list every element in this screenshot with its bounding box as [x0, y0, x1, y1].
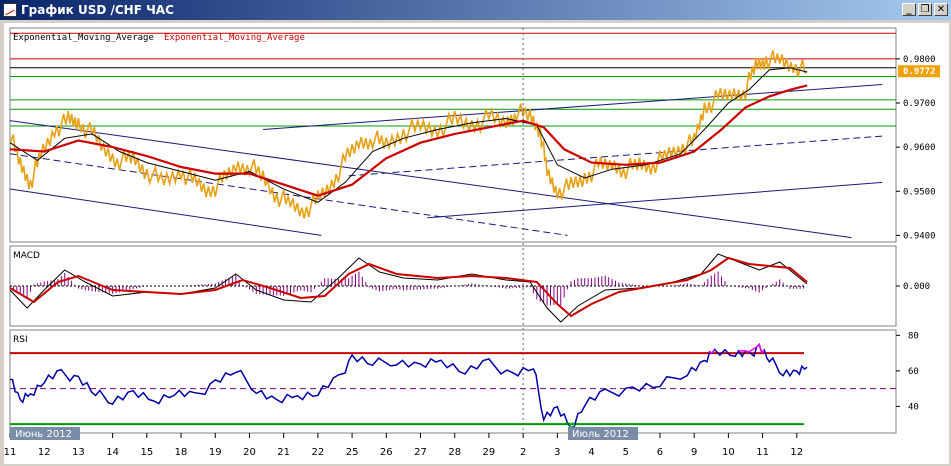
x-tick-label: 27 — [414, 447, 427, 458]
x-tick-label: 12 — [790, 447, 803, 458]
month-label-june: Июнь 2012 — [15, 429, 72, 440]
x-tick-label: 9 — [691, 447, 697, 458]
rsi-y-tick-label: 80 — [908, 331, 919, 341]
chart-svg[interactable]: 0.9800 0.9700 0.9600 0.9500 0.9400 0.9772 0.0… — [4, 23, 949, 464]
x-tick-label: 15 — [140, 447, 153, 458]
price-y-tick-label: 0.9700 — [903, 99, 936, 109]
chart-window-icon — [3, 3, 17, 17]
x-tick-label: 3 — [554, 447, 560, 458]
x-tick-label: 26 — [380, 447, 393, 458]
x-tick-label: 19 — [209, 447, 222, 458]
x-tick-label: 2 — [520, 447, 526, 458]
legend-ema-slow: Exponential_Moving_Average — [164, 33, 305, 43]
rsi-panel-frame — [9, 329, 897, 434]
macd-y-tick-label: 0.000 — [903, 282, 930, 292]
legend-macd: MACD — [13, 251, 40, 261]
close-button[interactable]: ✕ — [934, 3, 948, 16]
x-tick-label: 4 — [588, 447, 594, 458]
price-y-tick-label: 0.9800 — [903, 55, 936, 65]
x-tick-label: 25 — [346, 447, 359, 458]
x-tick-label: 10 — [722, 447, 735, 458]
rsi-overbought-segment — [745, 350, 750, 353]
rsi-y-tick-label: 40 — [908, 402, 919, 412]
x-tick-label: 18 — [175, 447, 188, 458]
x-tick-label: 12 — [38, 447, 51, 458]
x-tick-label: 5 — [623, 447, 629, 458]
rsi-oversold-segment — [565, 421, 568, 424]
chart-area[interactable]: 0.9800 0.9700 0.9600 0.9500 0.9400 0.9772 0.0… — [4, 23, 949, 464]
window-title: График USD /CHF ЧАС — [21, 3, 174, 17]
x-tick-label: 6 — [657, 447, 663, 458]
legend-rsi: RSI — [13, 335, 28, 345]
rsi-y-tick-label: 60 — [908, 367, 919, 377]
month-label-july: Июль 2012 — [572, 429, 629, 440]
x-tick-label: 13 — [72, 447, 85, 458]
x-tick-label: 20 — [243, 447, 256, 458]
restore-button[interactable]: ❐ — [918, 3, 932, 16]
minimize-button[interactable]: _ — [902, 3, 916, 16]
x-tick-label: 29 — [483, 447, 496, 458]
price-y-tick-label: 0.9500 — [903, 187, 936, 197]
price-y-tick-label: 0.9600 — [903, 143, 936, 153]
current-price-label: 0.9772 — [903, 67, 936, 77]
x-tick-label: 11 — [756, 447, 769, 458]
x-tick-label: 28 — [448, 447, 461, 458]
window-controls: _ ❐ ✕ — [902, 3, 948, 16]
window-titlebar[interactable]: График USD /CHF ЧАС _ ❐ ✕ — [0, 0, 951, 20]
price-y-tick-label: 0.9400 — [903, 231, 936, 241]
x-tick-label: 22 — [312, 447, 325, 458]
x-tick-label: 14 — [106, 447, 119, 458]
x-tick-label: 11 — [4, 447, 16, 458]
legend-ema-fast: Exponential_Moving_Average — [13, 33, 154, 43]
x-tick-label: 21 — [277, 447, 290, 458]
